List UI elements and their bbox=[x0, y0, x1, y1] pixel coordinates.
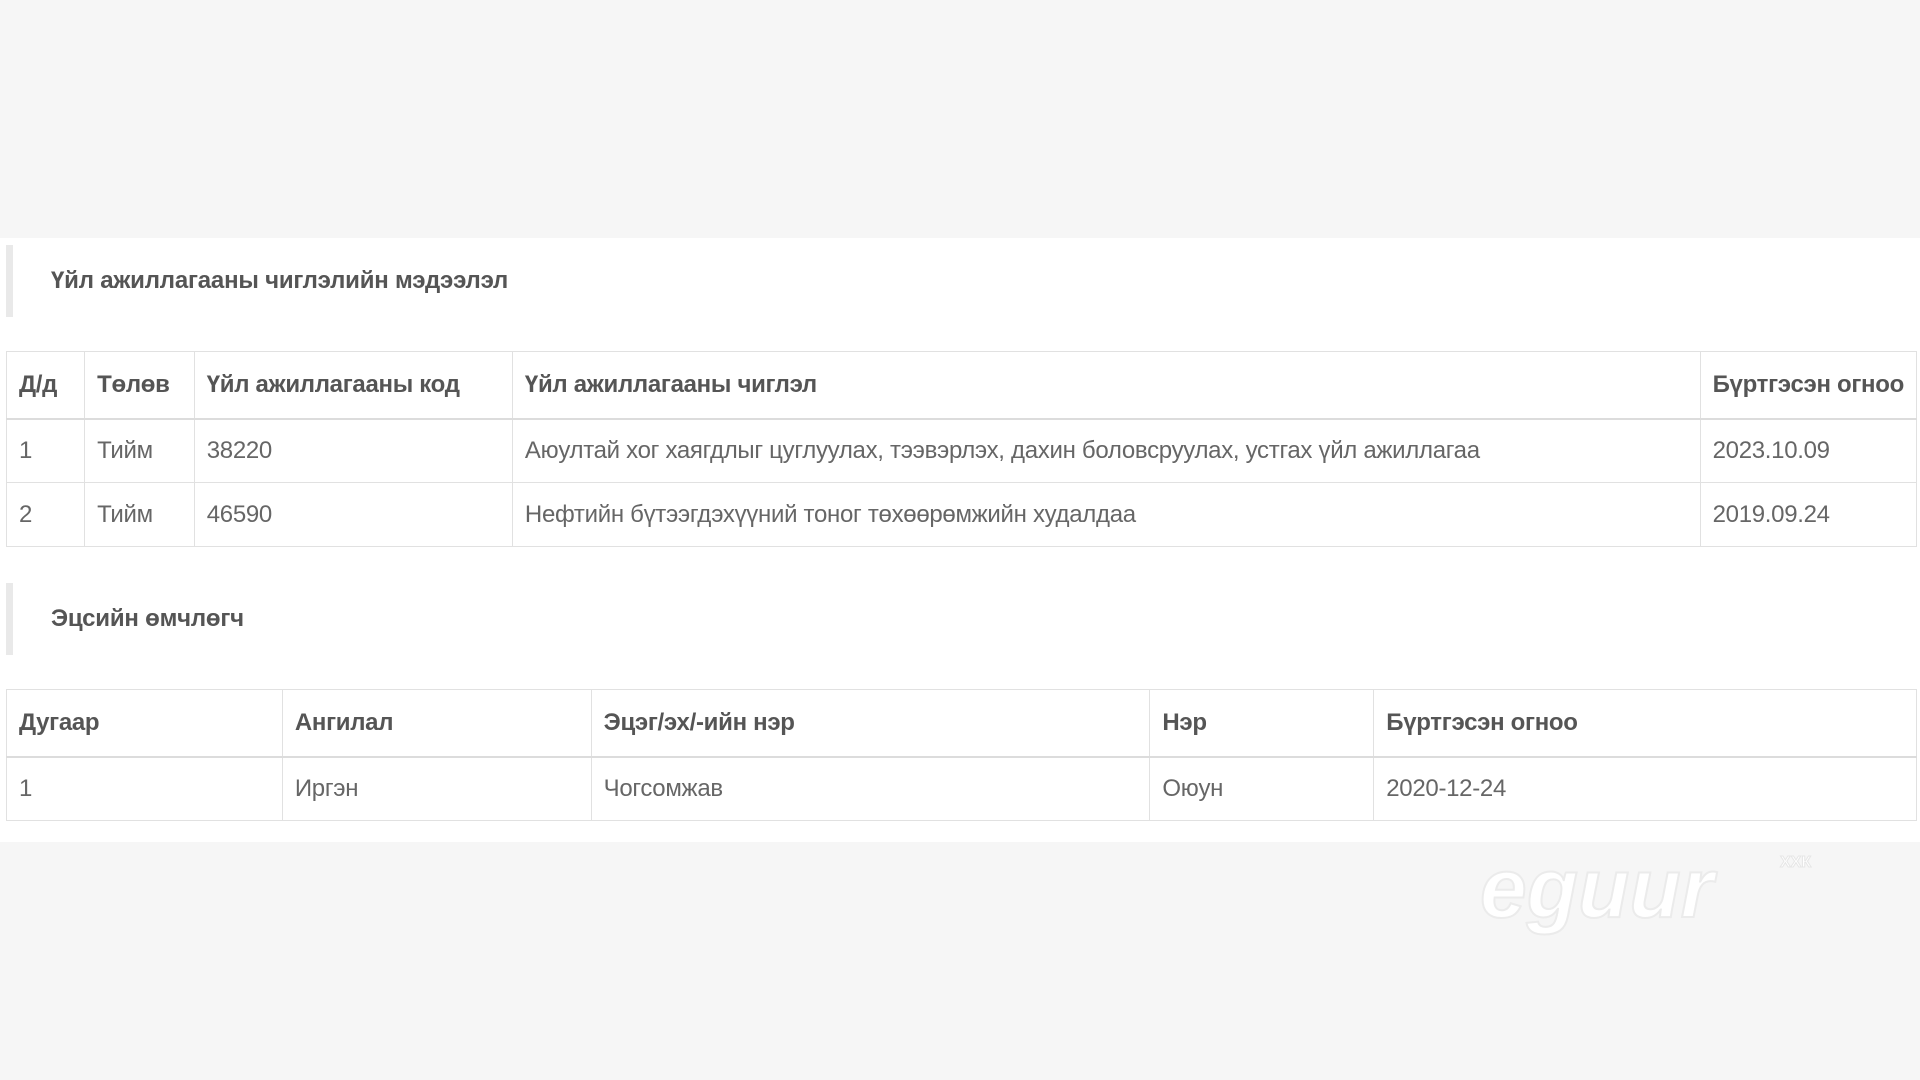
owner-col-name: Нэр bbox=[1149, 689, 1375, 758]
table-row: 1 Тийм 38220 Аюултай хог хаягдлыг цуглуу… bbox=[5, 418, 1918, 483]
activity-cell-direction: Нефтийн бүтээгдэхүүний тоног төхөөрөмжий… bbox=[511, 482, 1701, 547]
activity-col-number: Д/д bbox=[5, 351, 86, 420]
watermark-text: eguur bbox=[1480, 845, 1718, 935]
activity-cell-number: 2 bbox=[5, 482, 86, 547]
activity-cell-code: 46590 bbox=[193, 482, 513, 547]
activity-section-title: Үйл ажиллагааны чиглэлийн мэдээлэл bbox=[6, 245, 706, 317]
table-row: 1 Иргэн Чогсомжав Оюун 2020-12-24 bbox=[6, 756, 1917, 821]
activity-cell-status: Тийм bbox=[84, 418, 195, 483]
activity-col-code: Үйл ажиллагааны код bbox=[193, 351, 513, 420]
eguur-watermark-logo: eguur ХХК bbox=[1480, 845, 1812, 936]
owner-section-title: Эцсийн өмчлөгч bbox=[6, 583, 706, 655]
owner-cell-number: 1 bbox=[6, 756, 283, 821]
content-panel: Үйл ажиллагааны чиглэлийн мэдээлэл Д/д Т… bbox=[0, 238, 1920, 842]
activity-col-status: Төлөв bbox=[84, 351, 195, 420]
owner-table: Дугаар Ангилал Эцэг/эх/-ийн нэр Нэр Бүрт… bbox=[6, 689, 1917, 821]
activity-cell-direction: Аюултай хог хаягдлыг цуглуулах, тээвэрлэ… bbox=[511, 418, 1701, 483]
activity-col-registered-date: Бүртгэсэн огноо bbox=[1699, 351, 1918, 420]
activity-cell-registered-date: 2023.10.09 bbox=[1699, 418, 1918, 483]
watermark-superscript: ХХК bbox=[1780, 854, 1811, 871]
activity-cell-number: 1 bbox=[5, 418, 86, 483]
table-row: 2 Тийм 46590 Нефтийн бүтээгдэхүүний тоно… bbox=[5, 482, 1918, 547]
owner-cell-category: Иргэн bbox=[281, 756, 592, 821]
owner-col-registered-date: Бүртгэсэн огноо bbox=[1373, 689, 1917, 758]
owner-cell-registered-date: 2020-12-24 bbox=[1373, 756, 1917, 821]
owner-cell-name: Оюун bbox=[1149, 756, 1375, 821]
activity-table: Д/д Төлөв Үйл ажиллагааны код Үйл ажилла… bbox=[5, 351, 1918, 547]
activity-cell-code: 38220 bbox=[193, 418, 513, 483]
owner-col-number: Дугаар bbox=[6, 689, 283, 758]
owner-table-header-row: Дугаар Ангилал Эцэг/эх/-ийн нэр Нэр Бүрт… bbox=[6, 689, 1917, 758]
activity-cell-status: Тийм bbox=[84, 482, 195, 547]
activity-col-direction: Үйл ажиллагааны чиглэл bbox=[511, 351, 1701, 420]
activity-table-header-row: Д/д Төлөв Үйл ажиллагааны код Үйл ажилла… bbox=[5, 351, 1918, 420]
owner-col-parent-name: Эцэг/эх/-ийн нэр bbox=[590, 689, 1151, 758]
owner-col-category: Ангилал bbox=[281, 689, 592, 758]
activity-cell-registered-date: 2019.09.24 bbox=[1699, 482, 1918, 547]
owner-cell-parent-name: Чогсомжав bbox=[590, 756, 1151, 821]
